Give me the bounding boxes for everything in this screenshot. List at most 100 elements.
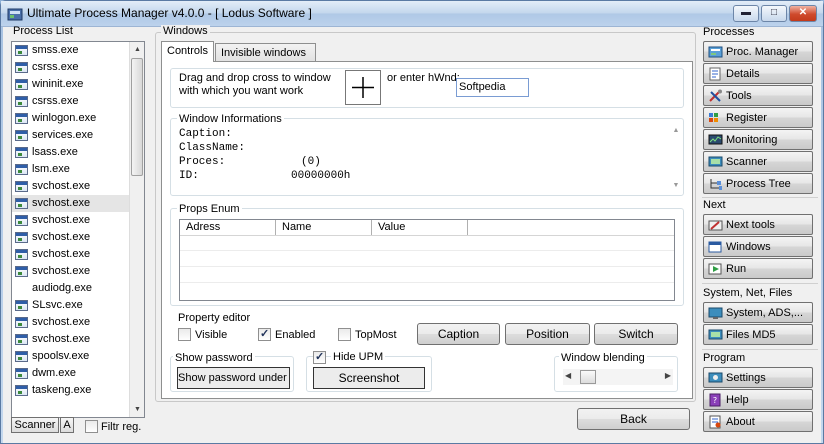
process-list-item[interactable]: dwm.exe (12, 365, 144, 382)
process-list-item[interactable]: svchost.exe (12, 229, 144, 246)
info-scroll-up-icon[interactable]: ▲ (670, 127, 682, 134)
scanner-small-button[interactable]: Scanner (11, 417, 59, 433)
process-list-item[interactable]: lsass.exe (12, 144, 144, 161)
process-list-item[interactable]: svchost.exe (12, 314, 144, 331)
about-button[interactable]: About (703, 411, 813, 432)
close-button[interactable]: ✕ (789, 5, 817, 22)
scroll-thumb[interactable] (131, 58, 143, 176)
position-button[interactable]: Position (505, 323, 590, 345)
title-bar[interactable]: Ultimate Process Manager v4.0.0 - [ Lodu… (1, 1, 823, 27)
info-scrollbar[interactable]: ▲ ▼ (670, 127, 682, 189)
process-tree-button[interactable]: Process Tree (703, 173, 813, 194)
process-list-label: Process List (13, 25, 73, 37)
process-icon (15, 232, 28, 243)
process-list-scrollbar[interactable]: ▲ ▼ (129, 42, 144, 417)
system-ads-label: System, ADS,... (726, 307, 804, 319)
process-icon (15, 351, 28, 362)
process-list-item[interactable]: audiodg.exe (12, 280, 144, 297)
next-tools-button[interactable]: Next tools (703, 214, 813, 235)
process-list-item[interactable]: winlogon.exe (12, 110, 144, 127)
info-scroll-down-icon[interactable]: ▼ (670, 182, 682, 189)
slider-right-icon[interactable]: ▶ (665, 371, 671, 380)
run-button[interactable]: Run (703, 258, 813, 279)
props-enum-title: Props Enum (177, 203, 242, 215)
scroll-up-icon[interactable]: ▲ (130, 42, 144, 57)
enabled-label: Enabled (275, 329, 316, 341)
process-list-item[interactable]: svchost.exe (12, 331, 144, 348)
switch-button[interactable]: Switch (594, 323, 678, 345)
process-list-item[interactable]: wininit.exe (12, 76, 144, 93)
process-name: audiodg.exe (32, 282, 92, 294)
enabled-checkbox[interactable] (258, 327, 271, 341)
back-button[interactable]: Back (577, 408, 690, 430)
app-icon (7, 8, 23, 21)
files-md5-button[interactable]: Files MD5 (703, 324, 813, 345)
filter-reg-checkbox[interactable] (85, 420, 98, 433)
id-value: 00000000h (291, 170, 351, 182)
process-list-item[interactable]: smss.exe (12, 42, 144, 59)
monitoring-button[interactable]: Monitoring (703, 129, 813, 150)
process-list-item[interactable]: services.exe (12, 127, 144, 144)
visible-label: Visible (195, 329, 228, 341)
caption-button[interactable]: Caption (417, 323, 500, 345)
blending-slider[interactable]: ◀ ▶ (563, 369, 673, 385)
process-name: svchost.exe (32, 316, 91, 328)
props-table[interactable]: Adress Name Value (179, 219, 675, 301)
scanner-button[interactable]: Scanner (703, 151, 813, 172)
tools-button[interactable]: Tools (703, 85, 813, 106)
process-list-item[interactable]: taskeng.exe (12, 382, 144, 399)
process-list-item[interactable]: spoolsv.exe (12, 348, 144, 365)
process-name: winlogon.exe (32, 112, 97, 124)
process-list-item[interactable]: csrss.exe (12, 59, 144, 76)
settings-icon (708, 372, 723, 383)
process-icon (15, 79, 28, 90)
show-password-button[interactable]: Show password under * (177, 367, 290, 389)
col-adress[interactable]: Adress (180, 220, 276, 235)
details-button[interactable]: Details (703, 63, 813, 84)
run-label: Run (726, 263, 747, 275)
process-name: csrss.exe (32, 61, 79, 73)
visible-checkbox[interactable] (178, 328, 191, 341)
process-list-item[interactable]: svchost.exe (12, 263, 144, 280)
processes-section-label: Processes (703, 26, 755, 38)
register-button[interactable]: Register (703, 107, 813, 128)
a-button[interactable]: A (60, 417, 74, 433)
process-list-item[interactable]: SLsvc.exe (12, 297, 144, 314)
drag-text-line2: with which you want work (179, 85, 304, 97)
slider-left-icon[interactable]: ◀ (565, 371, 571, 380)
hide-upm-box: Hide UPM Screenshot (306, 350, 432, 392)
process-list-item[interactable]: lsm.exe (12, 161, 144, 178)
process-list[interactable]: smss.exe csrss.exe wininit.exe csrss.exe win… (11, 41, 145, 418)
process-list-item[interactable]: csrss.exe (12, 93, 144, 110)
col-name[interactable]: Name (276, 220, 372, 235)
process-list-item[interactable]: svchost.exe (12, 178, 144, 195)
topmost-label: TopMost (355, 329, 397, 341)
hide-upm-checkbox[interactable] (313, 350, 326, 364)
screenshot-button[interactable]: Screenshot (313, 367, 425, 389)
process-icon (15, 266, 28, 277)
tab-invisible-windows[interactable]: Invisible windows (215, 43, 316, 62)
settings-button[interactable]: Settings (703, 367, 813, 388)
process-list-item[interactable]: svchost.exe (12, 195, 144, 212)
or-enter-label: or enter hWnd: (387, 72, 460, 84)
help-button[interactable]: ? Help (703, 389, 813, 410)
process-tree-icon (710, 179, 722, 190)
windows-button[interactable]: Windows (703, 236, 813, 257)
slider-thumb[interactable] (580, 370, 596, 384)
hwnd-input[interactable]: Softpedia (456, 78, 529, 97)
process-icon (15, 368, 28, 379)
process-list-item[interactable]: svchost.exe (12, 246, 144, 263)
process-name: SLsvc.exe (32, 299, 83, 311)
tab-controls[interactable]: Controls (161, 41, 214, 62)
maximize-button[interactable]: □ (761, 5, 787, 22)
col-value[interactable]: Value (372, 220, 468, 235)
topmost-checkbox[interactable] (338, 328, 351, 341)
minimize-button[interactable]: ▬ (733, 5, 759, 22)
process-name: lsm.exe (32, 163, 70, 175)
drag-cross-target[interactable] (345, 70, 381, 105)
proc-manager-button[interactable]: Proc. Manager (703, 41, 813, 62)
process-list-item[interactable]: svchost.exe (12, 212, 144, 229)
process-icon (15, 249, 28, 260)
scroll-down-icon[interactable]: ▼ (130, 402, 144, 417)
system-ads-button[interactable]: System, ADS,... (703, 302, 813, 323)
